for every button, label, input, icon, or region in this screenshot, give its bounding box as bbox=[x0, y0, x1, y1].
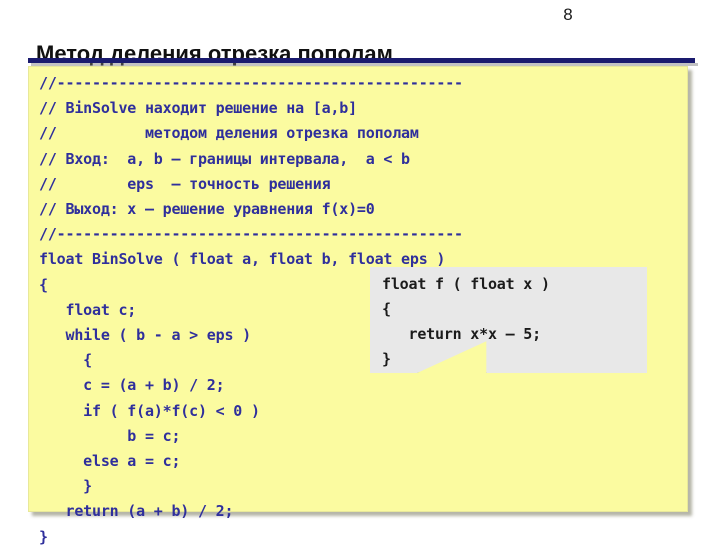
title-rule bbox=[28, 58, 695, 63]
slide-number: 8 bbox=[563, 5, 573, 24]
callout-box: float f ( float x ) { return x*x – 5; } bbox=[370, 267, 651, 377]
callout-code-listing: float f ( float x ) { return x*x – 5; } bbox=[382, 275, 550, 368]
